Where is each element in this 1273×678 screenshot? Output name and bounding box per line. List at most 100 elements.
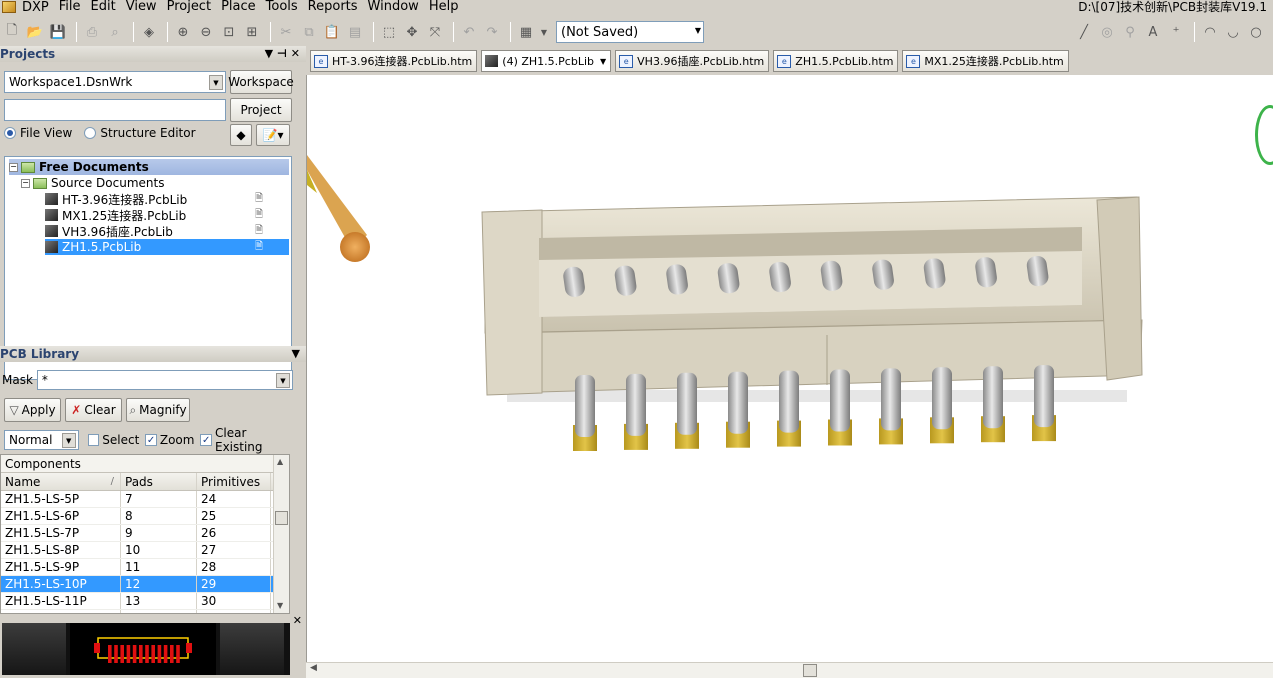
tree-node-source-documents[interactable]: − Source Documents: [21, 175, 164, 191]
table-row[interactable]: ZH1.5-LS-7P 9 26: [1, 525, 289, 542]
workspace-combo[interactable]: Workspace1.DsnWrk ▼: [4, 71, 226, 93]
mask-input[interactable]: * ▼: [36, 370, 293, 390]
folder-icon: [33, 177, 47, 189]
arc-icon[interactable]: ◠: [1200, 22, 1220, 42]
pin-bottom: [1032, 365, 1056, 442]
menu-reports[interactable]: Reports: [308, 0, 358, 14]
components-rows: ZH1.5-LS-5P 7 24 ZH1.5-LS-6P 8 25 ZH1.5-LS-7P 9…: [1, 491, 289, 613]
collapse-icon[interactable]: −: [9, 162, 18, 172]
file-view-radio[interactable]: [4, 127, 16, 139]
menu-help[interactable]: Help: [429, 0, 459, 14]
close-preview-icon[interactable]: ✕: [293, 614, 302, 627]
table-row[interactable]: ZH1.5-LS-11P 13 30: [1, 593, 289, 610]
workspace-button[interactable]: Workspace: [228, 70, 294, 94]
menu-window[interactable]: Window: [368, 0, 419, 14]
components-scrollbar[interactable]: ▲ ▼: [273, 455, 289, 613]
apply-button[interactable]: ▽ Apply: [4, 398, 61, 422]
project-menu-icon[interactable]: 📝▾: [256, 124, 290, 146]
zoom-fit-icon[interactable]: ⊞: [242, 22, 262, 42]
menu-file[interactable]: File: [59, 0, 81, 14]
tree-item-file-selected[interactable]: ZH1.5.PcbLib 🗎: [45, 239, 289, 255]
menu-tools[interactable]: Tools: [266, 0, 298, 14]
line-icon[interactable]: ╱: [1074, 22, 1094, 42]
grid-icon[interactable]: ▦: [516, 22, 536, 42]
menu-dxp[interactable]: DXP: [2, 0, 49, 15]
menu-place[interactable]: Place: [221, 0, 256, 14]
grid-dropdown-chevron-icon[interactable]: ▼: [539, 22, 549, 42]
scroll-up-icon[interactable]: ▲: [277, 457, 283, 466]
scroll-thumb[interactable]: [275, 511, 288, 525]
magnify-button[interactable]: ⌕ Magnify: [126, 398, 190, 422]
scroll-left-icon[interactable]: ◀: [310, 663, 317, 673]
pcb-library-panel-title: PCB Library ▼: [0, 346, 306, 362]
zoom-area-icon[interactable]: ⊡: [219, 22, 239, 42]
tree-item-file[interactable]: HT-3.96连接器.PcbLib 🗎: [45, 191, 289, 207]
move-icon[interactable]: ✥: [402, 22, 422, 42]
tab-zh15-pcblib[interactable]: (4) ZH1.5.PcbLib ▼: [481, 50, 612, 72]
clear-button[interactable]: ✗ Clear: [65, 398, 122, 422]
open-folder-icon[interactable]: 📂: [25, 22, 45, 42]
menu-edit[interactable]: Edit: [91, 0, 116, 14]
coordinate-icon[interactable]: ⁺: [1166, 22, 1186, 42]
select-checkbox[interactable]: [87, 434, 100, 446]
column-primitives[interactable]: Primitives: [197, 473, 271, 490]
tab-ht-396-htm[interactable]: e HT-3.96连接器.PcbLib.htm: [310, 50, 478, 72]
table-cell: 13: [121, 593, 197, 609]
tab-mx125-htm[interactable]: e MX1.25连接器.PcbLib.htm: [902, 50, 1069, 72]
zoom-checkbox[interactable]: ✓: [145, 434, 157, 446]
select-area-icon[interactable]: ⬚: [379, 22, 399, 42]
table-row[interactable]: ZH1.5-LS-9P 11 28: [1, 559, 289, 576]
table-row[interactable]: ZH1.5-LS-6P 8 25: [1, 508, 289, 525]
table-row[interactable]: ZH1.5-LS-12P1431: [1, 610, 289, 613]
tree-item-file[interactable]: MX1.25连接器.PcbLib 🗎: [45, 207, 289, 223]
via-icon[interactable]: ⚲: [1120, 22, 1140, 42]
hscroll-thumb[interactable]: [803, 664, 817, 677]
tree-node-free-documents[interactable]: − Free Documents: [9, 159, 289, 175]
save-icon[interactable]: 💾: [48, 22, 68, 42]
pad-icon[interactable]: ◎: [1097, 22, 1117, 42]
tree-item-file[interactable]: VH3.96插座.PcbLib 🗎: [45, 223, 289, 239]
table-cell: 31: [197, 610, 271, 613]
print-preview-icon[interactable]: ⌕: [105, 22, 125, 42]
mode-options-row: Normal ▼ Select ✓ Zoom ✓ Clear Existing: [4, 426, 294, 454]
viewport-hscrollbar[interactable]: ◀: [306, 662, 1273, 678]
arc-edge-icon[interactable]: ◡: [1223, 22, 1243, 42]
table-row[interactable]: ZH1.5-LS-5P 7 24: [1, 491, 289, 508]
tab-vh396-htm[interactable]: e VH3.96插座.PcbLib.htm: [615, 50, 770, 72]
column-name[interactable]: Name /: [1, 473, 121, 490]
undo-icon[interactable]: ↶: [459, 22, 479, 42]
mode-combo[interactable]: Normal ▼: [4, 430, 79, 450]
menu-project[interactable]: Project: [167, 0, 211, 14]
text-icon[interactable]: A: [1143, 22, 1163, 42]
project-field[interactable]: [4, 99, 226, 121]
print-icon[interactable]: ⎙: [82, 22, 102, 42]
cut-icon[interactable]: ✂: [276, 22, 296, 42]
layers-icon[interactable]: ◈: [139, 22, 159, 42]
project-button[interactable]: Project: [230, 98, 292, 122]
collapse-icon[interactable]: −: [21, 178, 30, 188]
tab-zh15-htm[interactable]: e ZH1.5.PcbLib.htm: [773, 50, 899, 72]
paste-icon[interactable]: 📋: [322, 22, 342, 42]
zoom-out-icon[interactable]: ⊖: [196, 22, 216, 42]
pcb-3d-viewport[interactable]: [306, 75, 1273, 665]
table-row[interactable]: ZH1.5-LS-10P 12 29: [1, 576, 289, 593]
scroll-down-icon[interactable]: ▼: [277, 601, 283, 610]
chevron-down-icon[interactable]: ▼: [600, 57, 606, 66]
redo-icon[interactable]: ↷: [482, 22, 502, 42]
full-circle-icon[interactable]: ○: [1246, 22, 1266, 42]
copy-icon[interactable]: ⧉: [299, 22, 319, 42]
panel-menu-chevron-icon[interactable]: ▼: [292, 347, 300, 360]
new-file-icon[interactable]: 🗋: [2, 22, 22, 42]
structure-editor-radio[interactable]: [84, 127, 97, 139]
panel-controls[interactable]: ▼ ⊣ ✕: [265, 47, 300, 60]
menu-view[interactable]: View: [126, 0, 157, 14]
column-pads[interactable]: Pads: [121, 473, 197, 490]
rubber-stamp-icon[interactable]: ▤: [345, 22, 365, 42]
deselect-icon[interactable]: ⤧: [425, 22, 445, 42]
variant-combo[interactable]: (Not Saved) ▼: [556, 21, 704, 43]
clear-existing-checkbox[interactable]: ✓: [200, 434, 212, 446]
components-grid: Components Name / Pads Primitives ZH1.5-…: [0, 454, 290, 614]
zoom-in-icon[interactable]: ⊕: [173, 22, 193, 42]
project-tools-icon[interactable]: ◆: [230, 124, 252, 146]
table-row[interactable]: ZH1.5-LS-8P 10 27: [1, 542, 289, 559]
